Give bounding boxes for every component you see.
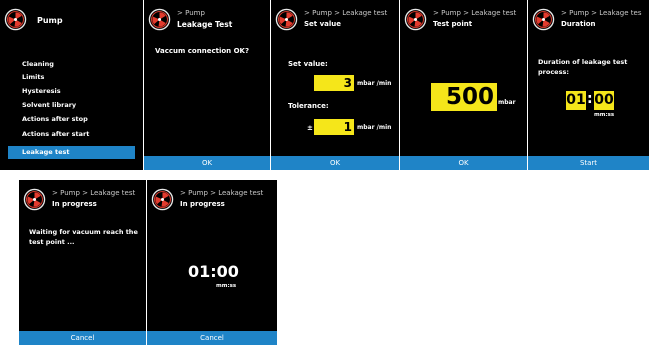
ok-button[interactable]: OK (144, 156, 270, 170)
screen-header: > Pump > Leakage test Set value (271, 0, 399, 40)
screen-header: > Pump > Leakage tes Duration (528, 0, 649, 40)
screen-header: > Pump > Leakage test In progress (147, 180, 277, 220)
ok-button[interactable]: OK (400, 156, 527, 170)
menu-item-limits[interactable]: Limits (8, 71, 135, 84)
menu-item-actions-after-start[interactable]: Actions after start (8, 128, 135, 141)
breadcrumb: > Pump > Leakage tes (561, 9, 642, 17)
countdown-timer: 01:00 (188, 262, 239, 281)
screen-header: Pump (0, 0, 143, 40)
set-value-field[interactable]: 3 (314, 75, 354, 91)
screen-header: > Pump > Leakage test Test point (400, 0, 527, 40)
connection-question: Vaccum connection OK? (155, 47, 250, 55)
pump-logo-icon (275, 8, 298, 31)
pump-logo-icon (23, 188, 46, 211)
in-progress-waiting-screen: > Pump > Leakage test In progress Waitin… (19, 180, 146, 345)
breadcrumb: > Pump > Leakage test (52, 189, 136, 197)
duration-colon: : (587, 91, 593, 107)
menu-item-actions-after-stop[interactable]: Actions after stop (8, 113, 135, 126)
cancel-button[interactable]: Cancel (147, 331, 277, 345)
cancel-button[interactable]: Cancel (19, 331, 146, 345)
tolerance-unit: mbar /min (357, 124, 392, 131)
start-button[interactable]: Start (528, 156, 649, 170)
test-point-screen: > Pump > Leakage test Test point 500 mba… (400, 0, 527, 170)
set-value-unit: mbar /min (357, 80, 392, 87)
in-progress-timer-screen: > Pump > Leakage test In progress 01:00 … (147, 180, 277, 345)
test-point-unit: mbar (498, 99, 516, 106)
breadcrumb: > Pump > Leakage test (304, 9, 388, 17)
duration-screen: > Pump > Leakage tes Duration Duration o… (528, 0, 649, 170)
test-point-field[interactable]: 500 (431, 83, 497, 111)
screen-title: In progress (180, 200, 225, 208)
set-value-label: Set value: (288, 60, 328, 68)
duration-minutes-field[interactable]: 01 (566, 91, 586, 110)
menu-item-leakage-test[interactable]: Leakage test (8, 146, 135, 159)
pump-logo-icon (532, 8, 555, 31)
timer-format-hint: mm:ss (216, 283, 237, 289)
leakage-connection-screen: > Pump Leakage Test Vaccum connection OK… (144, 0, 270, 170)
duration-format-hint: mm:ss (594, 112, 615, 118)
menu-item-hysteresis[interactable]: Hysteresis (8, 85, 135, 98)
screen-title: Pump (37, 16, 63, 25)
pump-logo-icon (148, 8, 171, 31)
breadcrumb: > Pump (177, 9, 205, 17)
ok-button[interactable]: OK (271, 156, 399, 170)
screen-title: Set value (304, 20, 341, 28)
tolerance-field[interactable]: 1 (314, 119, 354, 135)
screen-title: In progress (52, 200, 97, 208)
breadcrumb: > Pump > Leakage test (433, 9, 517, 17)
pump-logo-icon (4, 8, 27, 31)
screen-title: Leakage Test (177, 20, 233, 29)
screen-header: > Pump Leakage Test (144, 0, 270, 40)
set-value-screen: > Pump > Leakage test Set value Set valu… (271, 0, 399, 170)
screen-title: Duration (561, 20, 596, 28)
screen-title: Test point (433, 20, 473, 28)
pump-logo-icon (404, 8, 427, 31)
waiting-message: Waiting for vacuum reach the test point … (29, 228, 138, 246)
pump-logo-icon (151, 188, 174, 211)
duration-seconds-field[interactable]: 00 (594, 91, 614, 110)
tolerance-plusminus: ± (307, 124, 313, 132)
screen-header: > Pump > Leakage test In progress (19, 180, 146, 220)
pump-menu-screen: Pump Cleaning Limits Hysteresis Solvent … (0, 0, 143, 170)
menu-item-solvent-library[interactable]: Solvent library (8, 99, 135, 112)
menu-item-cleaning[interactable]: Cleaning (8, 58, 135, 71)
breadcrumb: > Pump > Leakage test (180, 189, 264, 197)
tolerance-label: Tolerance: (288, 102, 329, 110)
duration-description: Duration of leakage test process: (538, 58, 628, 76)
